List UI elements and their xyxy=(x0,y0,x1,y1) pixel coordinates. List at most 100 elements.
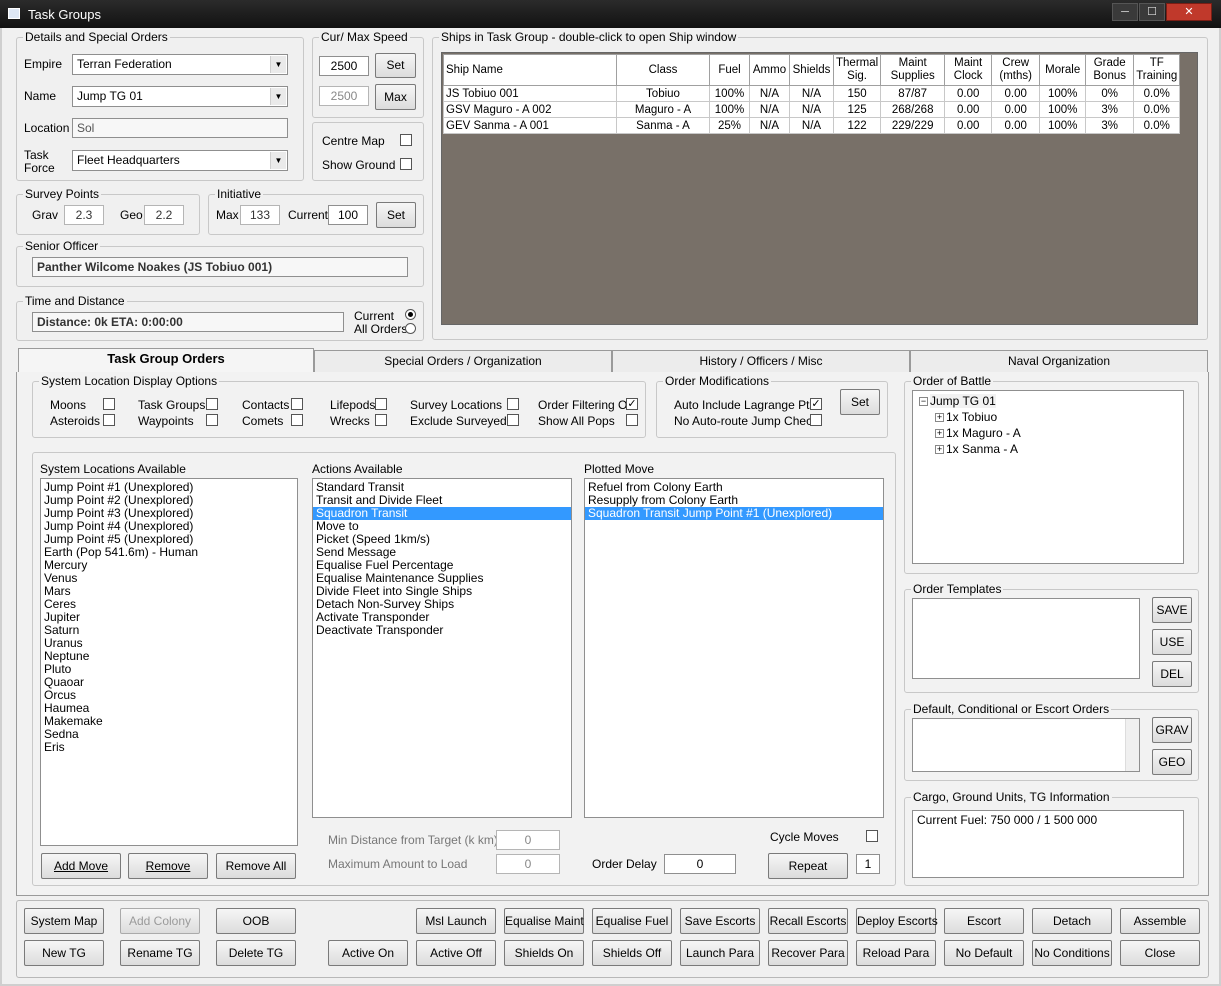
col-maint-supplies[interactable]: Maint Supplies xyxy=(880,54,946,86)
rename-tg-button[interactable]: Rename TG xyxy=(120,940,200,966)
centre-map-checkbox[interactable] xyxy=(400,134,412,146)
asteroids-checkbox[interactable] xyxy=(103,414,115,426)
list-item[interactable]: Neptune xyxy=(41,650,297,663)
template-use-button[interactable]: USE xyxy=(1152,629,1192,655)
assemble-button[interactable]: Assemble xyxy=(1120,908,1200,934)
col-crew[interactable]: Crew (mths) xyxy=(991,54,1041,86)
collapse-icon[interactable]: − xyxy=(919,397,928,407)
chevron-down-icon[interactable]: ▼ xyxy=(270,88,286,105)
order-of-battle-tree[interactable]: − Jump TG 01 +1x Tobiuo +1x Maguro - A +1… xyxy=(912,390,1184,564)
tab-history-officers[interactable]: History / Officers / Misc xyxy=(612,350,910,372)
location-field[interactable]: Sol xyxy=(72,118,288,138)
template-save-button[interactable]: SAVE xyxy=(1152,597,1192,623)
col-shields[interactable]: Shields xyxy=(789,54,834,86)
chevron-down-icon[interactable]: ▼ xyxy=(270,152,286,169)
minimize-button[interactable]: ─ xyxy=(1112,3,1138,21)
close-button[interactable]: Close xyxy=(1120,940,1200,966)
no-conditions-button[interactable]: No Conditions xyxy=(1032,940,1112,966)
task-groups-checkbox[interactable] xyxy=(206,398,218,410)
reload-para-button[interactable]: Reload Para xyxy=(856,940,936,966)
template-delete-button[interactable]: DEL xyxy=(1152,661,1192,687)
show-all-pops-checkbox[interactable] xyxy=(626,414,638,426)
list-item[interactable]: Mars xyxy=(41,585,297,598)
current-speed-field[interactable]: 2500 xyxy=(319,56,369,76)
new-tg-button[interactable]: New TG xyxy=(24,940,104,966)
default-orders-scrollbar[interactable] xyxy=(1125,719,1139,771)
repeat-button[interactable]: Repeat xyxy=(768,853,848,879)
list-item[interactable]: Quaoar xyxy=(41,676,297,689)
col-ship-name[interactable]: Ship Name xyxy=(443,54,617,86)
shields-on-button[interactable]: Shields On xyxy=(504,940,584,966)
list-item[interactable]: Sedna xyxy=(41,728,297,741)
table-row[interactable]: GEV Sanma - A 001 Sanma - A 25% N/A N/A 122 22… xyxy=(443,117,1181,134)
lifepods-checkbox[interactable] xyxy=(375,398,387,410)
no-default-button[interactable]: No Default xyxy=(944,940,1024,966)
col-tf-training[interactable]: TF Training xyxy=(1133,54,1181,86)
order-mods-set-button[interactable]: Set xyxy=(840,389,880,415)
expand-icon[interactable]: + xyxy=(935,445,944,455)
recover-para-button[interactable]: Recover Para xyxy=(768,940,848,966)
col-class[interactable]: Class xyxy=(616,54,710,86)
list-item[interactable]: Makemake xyxy=(41,715,297,728)
list-item[interactable]: Venus xyxy=(41,572,297,585)
list-item[interactable]: Deactivate Transponder xyxy=(313,624,571,637)
save-escorts-button[interactable]: Save Escorts xyxy=(680,908,760,934)
tree-root-node[interactable]: − Jump TG 01 xyxy=(919,394,996,408)
cycle-moves-checkbox[interactable] xyxy=(866,830,878,842)
expand-icon[interactable]: + xyxy=(935,429,944,439)
maximize-button[interactable]: ☐ xyxy=(1139,3,1165,21)
all-orders-radio[interactable] xyxy=(405,323,416,334)
list-item[interactable]: Squadron Transit Jump Point #1 (Unexplor… xyxy=(585,507,883,520)
col-morale[interactable]: Morale xyxy=(1039,54,1087,86)
actions-list[interactable]: Standard Transit Transit and Divide Fleet… xyxy=(312,478,572,818)
tree-node-tobiuo[interactable]: +1x Tobiuo xyxy=(935,410,997,424)
recall-escorts-button[interactable]: Recall Escorts xyxy=(768,908,848,934)
task-force-select[interactable]: Fleet Headquarters ▼ xyxy=(72,150,288,171)
repeat-count-field[interactable]: 1 xyxy=(856,854,880,874)
contacts-checkbox[interactable] xyxy=(291,398,303,410)
list-item[interactable]: Jupiter xyxy=(41,611,297,624)
table-row[interactable]: JS Tobiuo 001 Tobiuo 100% N/A N/A 150 87/87 0.0… xyxy=(443,85,1181,102)
default-orders-list[interactable] xyxy=(912,718,1140,772)
wrecks-checkbox[interactable] xyxy=(375,414,387,426)
order-delay-field[interactable]: 0 xyxy=(664,854,736,874)
remove-all-button[interactable]: Remove All xyxy=(216,853,296,879)
delete-tg-button[interactable]: Delete TG xyxy=(216,940,296,966)
shields-off-button[interactable]: Shields Off xyxy=(592,940,672,966)
empire-select[interactable]: Terran Federation ▼ xyxy=(72,54,288,75)
default-grav-button[interactable]: GRAV xyxy=(1152,717,1192,743)
col-fuel[interactable]: Fuel xyxy=(709,54,750,86)
col-grade-bonus[interactable]: Grade Bonus xyxy=(1085,54,1135,86)
waypoints-checkbox[interactable] xyxy=(206,414,218,426)
active-on-button[interactable]: Active On xyxy=(328,940,408,966)
deploy-escorts-button[interactable]: Deploy Escorts xyxy=(856,908,938,934)
system-map-button[interactable]: System Map xyxy=(24,908,104,934)
default-geo-button[interactable]: GEO xyxy=(1152,749,1192,775)
close-window-button[interactable]: ✕ xyxy=(1166,3,1212,21)
order-templates-list[interactable] xyxy=(912,598,1140,679)
launch-para-button[interactable]: Launch Para xyxy=(680,940,760,966)
table-row[interactable]: GSV Maguro - A 002 Maguro - A 100% N/A N/A 12… xyxy=(443,101,1181,118)
oob-button[interactable]: OOB xyxy=(216,908,296,934)
tab-task-group-orders[interactable]: Task Group Orders xyxy=(18,348,314,374)
exclude-surveyed-checkbox[interactable] xyxy=(507,414,519,426)
tree-node-sanma[interactable]: +1x Sanma - A xyxy=(935,442,1018,456)
add-move-button[interactable]: Add Move xyxy=(41,853,121,879)
max-speed-button[interactable]: Max xyxy=(375,84,416,110)
equalise-maint-button[interactable]: Equalise Maint xyxy=(504,908,584,934)
plotted-move-list[interactable]: Refuel from Colony Earth Resupply from Co… xyxy=(584,478,884,818)
col-ammo[interactable]: Ammo xyxy=(749,54,790,86)
system-locations-list[interactable]: Jump Point #1 (Unexplored) Jump Point #2 … xyxy=(40,478,298,846)
chevron-down-icon[interactable]: ▼ xyxy=(270,56,286,73)
order-filtering-checkbox[interactable]: ✓ xyxy=(626,398,638,410)
current-radio[interactable] xyxy=(405,309,416,320)
msl-launch-button[interactable]: Msl Launch xyxy=(416,908,496,934)
name-select[interactable]: Jump TG 01 ▼ xyxy=(72,86,288,107)
moons-checkbox[interactable] xyxy=(103,398,115,410)
col-maint-clock[interactable]: Maint Clock xyxy=(944,54,993,86)
equalise-fuel-button[interactable]: Equalise Fuel xyxy=(592,908,672,934)
tree-node-maguro[interactable]: +1x Maguro - A xyxy=(935,426,1021,440)
col-thermal[interactable]: Thermal Sig. xyxy=(832,54,882,86)
no-autoroute-checkbox[interactable] xyxy=(810,414,822,426)
show-ground-checkbox[interactable] xyxy=(400,158,412,170)
